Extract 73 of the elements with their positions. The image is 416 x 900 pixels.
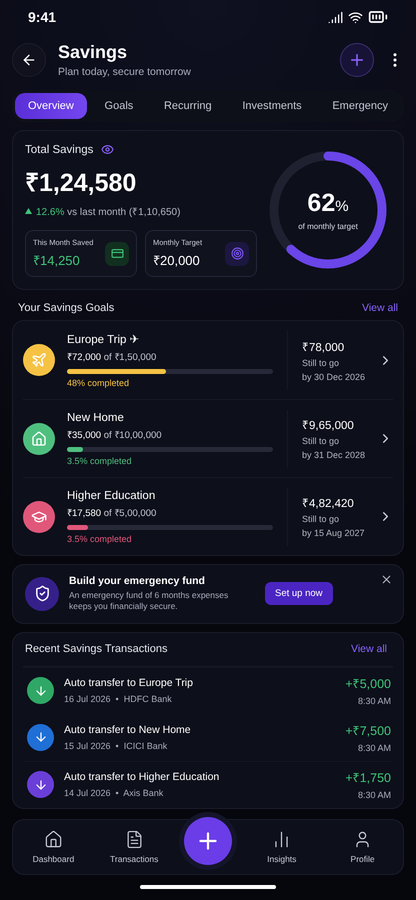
page-title: Savings <box>58 42 128 63</box>
transaction-time: 8:30 AM <box>358 742 391 753</box>
transaction-details: 14 Jul 2026 • Axis Bank <box>64 788 164 798</box>
eye-icon[interactable] <box>101 143 114 156</box>
add-button[interactable] <box>340 43 374 77</box>
goal-progress-text: ₹72,000 of ₹1,50,000 <box>67 351 158 363</box>
goal-due-date: by 31 Dec 2028 <box>302 450 366 460</box>
transaction-amount: +₹5,000 <box>345 676 391 692</box>
goal-completed-text: 3.5% completed <box>67 456 133 466</box>
transaction-time: 8:30 AM <box>358 790 391 800</box>
goal-progress-text: ₹35,000 of ₹10,00,000 <box>67 428 163 440</box>
goal-completed-text: 48% completed <box>67 378 130 388</box>
transaction-time: 8:30 AM <box>358 696 391 706</box>
up-triangle-icon <box>25 208 32 214</box>
transaction-details: 15 Jul 2026 • ICICI Bank <box>64 740 168 751</box>
goal-name: New Home <box>67 412 125 424</box>
document-icon <box>124 830 144 849</box>
stat-value: ₹14,250 <box>33 252 81 269</box>
set-up-button[interactable]: Set up now <box>265 582 333 606</box>
nav-item[interactable]: Insights <box>250 830 313 864</box>
goal-completed-text: 3.5% completed <box>67 534 133 544</box>
nav-item[interactable]: Transactions <box>103 830 166 864</box>
add-fab-button[interactable] <box>184 816 232 865</box>
tab[interactable]: Goals <box>92 93 146 119</box>
remaining-amount: ₹78,000 <box>302 340 346 354</box>
target-percent: 62% <box>307 189 349 218</box>
card-icon <box>110 247 124 260</box>
house-icon <box>31 430 47 446</box>
view-all-link[interactable]: View all <box>362 302 398 314</box>
nav-item[interactable]: Profile <box>332 830 394 864</box>
status-time: 9:41 <box>28 9 56 25</box>
tab[interactable]: Recurring <box>150 93 225 119</box>
shield-icon <box>25 576 59 611</box>
graduation-cap-icon <box>31 508 47 524</box>
tab[interactable]: Emergency <box>319 93 401 119</box>
airplane-icon <box>31 352 47 368</box>
signal-icon <box>328 10 343 24</box>
back-button[interactable] <box>12 43 46 77</box>
remaining-amount: ₹4,82,420 <box>302 497 355 510</box>
goal-progress-text: ₹17,580 of ₹5,00,000 <box>67 506 158 518</box>
section-title: Recent Savings Transactions <box>25 643 168 656</box>
banner-text: An emergency fund of 6 months expenses keeps you financially secure. <box>69 590 230 613</box>
stat-value: ₹20,000 <box>153 252 201 269</box>
nav-item[interactable]: Dashboard <box>22 830 84 864</box>
goal-name: Higher Education <box>67 490 156 502</box>
remaining-label: Still to go <box>302 358 340 368</box>
goal-due-date: by 30 Dec 2026 <box>302 372 366 382</box>
transaction-amount: +₹7,500 <box>345 722 391 739</box>
remaining-label: Still to go <box>302 436 340 446</box>
transaction-amount: +₹1,750 <box>345 770 391 786</box>
house-icon <box>44 830 63 849</box>
target-icon <box>230 247 244 260</box>
total-savings-amount: ₹1,24,580 <box>25 168 138 198</box>
close-icon[interactable] <box>380 573 393 586</box>
change-text: 12.6% vs last month (₹1,10,650) <box>36 206 180 218</box>
view-all-link[interactable]: View all <box>351 643 387 656</box>
goal-due-date: by 15 Aug 2027 <box>302 528 365 538</box>
goal-name: Europe Trip ✈ <box>67 333 141 346</box>
transaction-title: Auto transfer to New Home <box>64 724 192 736</box>
page-subtitle: Plan today, secure tomorrow <box>58 66 192 78</box>
total-savings-label: Total Savings <box>25 144 94 156</box>
banner-title: Build your emergency fund <box>69 575 206 587</box>
transaction-title: Auto transfer to Higher Education <box>64 771 220 784</box>
transaction-details: 16 Jul 2026 • HDFC Bank <box>64 694 173 704</box>
remaining-label: Still to go <box>302 514 340 524</box>
tab[interactable]: Investments <box>229 93 315 119</box>
wifi-icon <box>348 10 363 24</box>
tab[interactable]: Overview <box>15 93 87 119</box>
plus-icon <box>348 51 366 69</box>
transaction-title: Auto transfer to Europe Trip <box>64 677 194 690</box>
target-caption: of monthly target <box>298 222 358 231</box>
section-title: Your Savings Goals <box>18 302 114 314</box>
remaining-amount: ₹9,65,000 <box>302 419 355 432</box>
